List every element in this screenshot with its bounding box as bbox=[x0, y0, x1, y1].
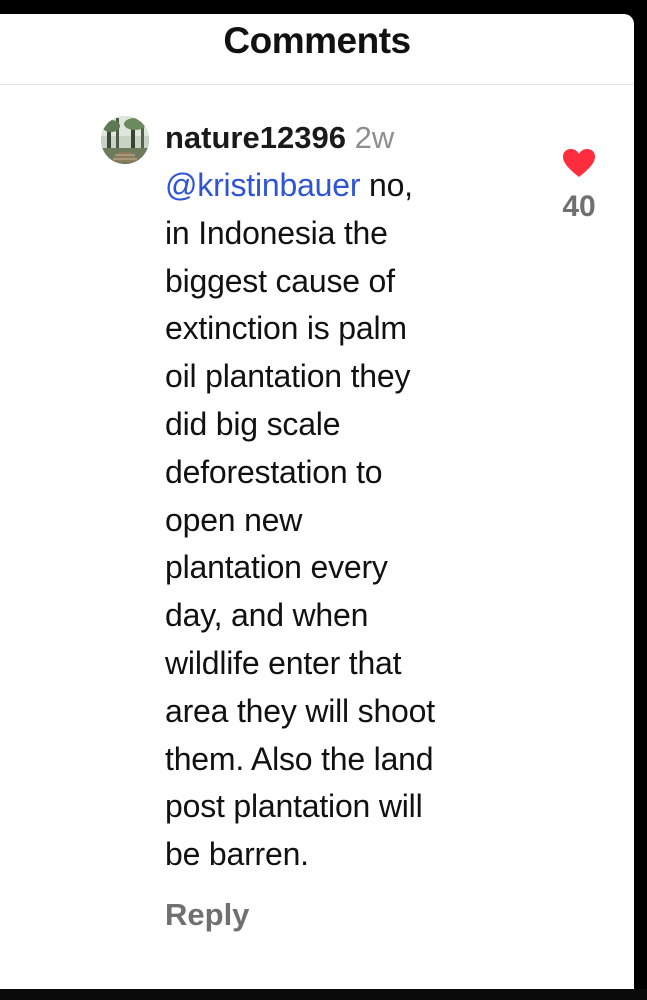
comment-line: extinction is palm bbox=[165, 310, 407, 347]
comment-line: no, bbox=[360, 167, 413, 203]
comments-screen: Comments nature12396 2w @kristinbauer no… bbox=[0, 14, 634, 989]
comment-line: deforestation to bbox=[165, 453, 383, 490]
username[interactable]: nature12396 bbox=[165, 120, 346, 155]
comment-line: open new bbox=[165, 501, 303, 538]
comment-line: did big scale bbox=[165, 405, 341, 442]
comments-header: Comments bbox=[0, 14, 634, 85]
comment-line: wildlife enter that bbox=[165, 644, 402, 681]
heart-icon[interactable] bbox=[562, 148, 596, 178]
screen-bezel-bottom bbox=[0, 989, 647, 1000]
comment: nature12396 2w @kristinbauer no, in Indon… bbox=[165, 118, 545, 933]
nature-forest-avatar-icon bbox=[101, 116, 149, 164]
screen-bezel-right bbox=[634, 0, 647, 1000]
avatar[interactable] bbox=[101, 116, 149, 164]
comment-meta: nature12396 2w bbox=[165, 118, 545, 158]
reply-button[interactable]: Reply bbox=[165, 897, 545, 933]
comment-line: biggest cause of bbox=[165, 262, 395, 299]
page-title: Comments bbox=[223, 20, 411, 61]
comment-line: them. Also the land bbox=[165, 740, 434, 777]
comment-text: @kristinbauer no, in Indonesia the biggest… bbox=[165, 162, 545, 879]
mention-link[interactable]: @kristinbauer bbox=[165, 167, 360, 203]
like-button[interactable]: 40 bbox=[556, 148, 602, 224]
comment-line: area they will shoot bbox=[165, 692, 435, 729]
comment-line: be barren. bbox=[165, 836, 309, 873]
like-count: 40 bbox=[562, 190, 596, 223]
comment-time: 2w bbox=[354, 120, 395, 155]
comment-line: day, and when bbox=[165, 597, 369, 634]
comment-line: oil plantation they bbox=[165, 358, 411, 395]
comment-line: post plantation will bbox=[165, 788, 423, 825]
comment-line: in Indonesia the bbox=[165, 214, 388, 251]
comment-line: plantation every bbox=[165, 549, 388, 586]
